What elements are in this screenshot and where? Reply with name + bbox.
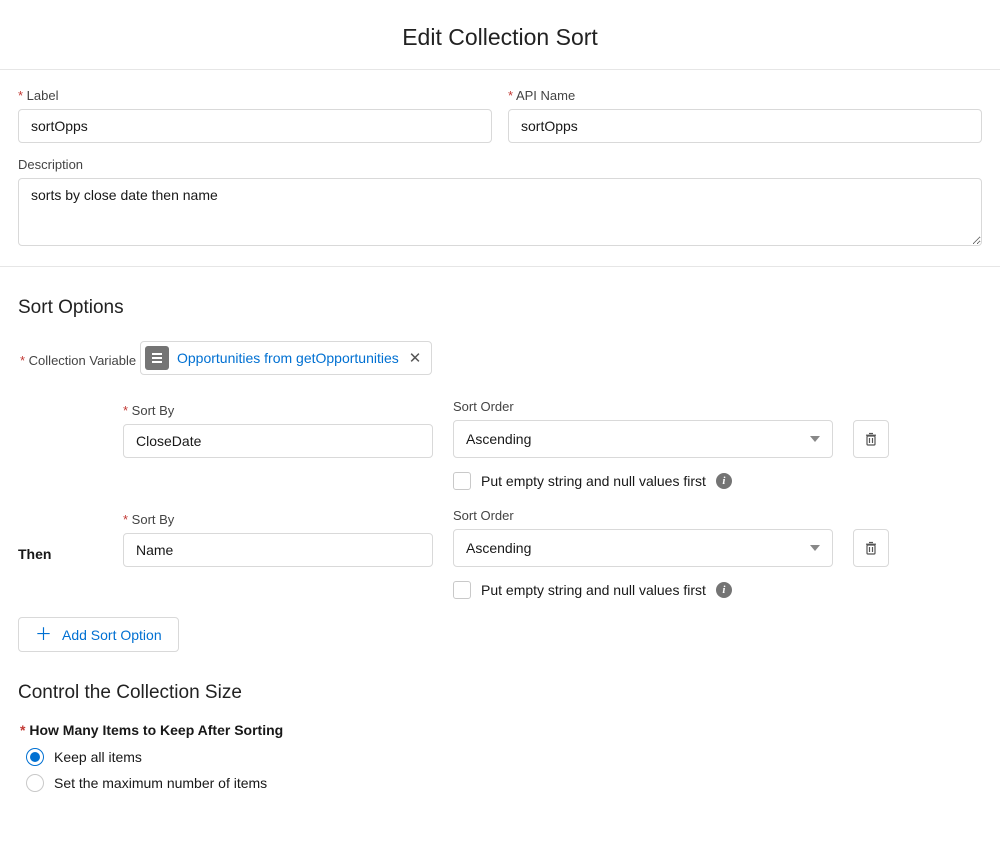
control-size-title: Control the Collection Size	[18, 682, 982, 704]
then-label: Then	[18, 508, 123, 562]
keep-items-label: How Many Items to Keep After Sorting	[20, 722, 982, 738]
keep-all-radio[interactable]	[26, 748, 44, 766]
collection-variable-pill[interactable]: Opportunities from getOpportunities ✕	[140, 341, 432, 375]
collection-variable-value: Opportunities from getOpportunities	[177, 350, 399, 366]
chevron-down-icon	[810, 436, 820, 442]
delete-sort-button-1[interactable]	[853, 529, 889, 567]
info-icon[interactable]: i	[716, 473, 732, 489]
null-first-checkbox-1[interactable]	[453, 581, 471, 599]
sort-by-input-0[interactable]	[123, 424, 433, 458]
description-input[interactable]	[18, 178, 982, 246]
label-field-label: Label	[18, 88, 492, 103]
collection-variable-label: Collection Variable	[20, 353, 136, 368]
null-first-checkbox-0[interactable]	[453, 472, 471, 490]
chevron-down-icon	[810, 545, 820, 551]
add-sort-option-label: Add Sort Option	[62, 627, 162, 643]
trash-icon	[864, 541, 878, 555]
record-collection-icon	[145, 346, 169, 370]
set-max-radio[interactable]	[26, 774, 44, 792]
clear-collection-icon[interactable]: ✕	[407, 349, 424, 367]
info-icon[interactable]: i	[716, 582, 732, 598]
add-sort-option-button[interactable]: ＋ Add Sort Option	[18, 617, 179, 652]
sort-order-select-1[interactable]: Ascending	[453, 529, 833, 567]
delete-sort-button-0[interactable]	[853, 420, 889, 458]
sort-order-value-1: Ascending	[466, 540, 531, 556]
sort-order-select-0[interactable]: Ascending	[453, 420, 833, 458]
sort-by-label-1: Sort By	[123, 512, 433, 527]
plus-icon: ＋	[35, 626, 52, 643]
sort-order-label-0: Sort Order	[453, 399, 833, 414]
set-max-label: Set the maximum number of items	[54, 775, 267, 791]
page-title: Edit Collection Sort	[0, 24, 1000, 51]
sort-options-title: Sort Options	[18, 297, 982, 319]
label-input[interactable]	[18, 109, 492, 143]
api-name-label: API Name	[508, 88, 982, 103]
api-name-input[interactable]	[508, 109, 982, 143]
sort-order-value-0: Ascending	[466, 431, 531, 447]
trash-icon	[864, 432, 878, 446]
sort-by-input-1[interactable]	[123, 533, 433, 567]
sort-order-label-1: Sort Order	[453, 508, 833, 523]
null-first-label-1: Put empty string and null values first	[481, 582, 706, 598]
null-first-label-0: Put empty string and null values first	[481, 473, 706, 489]
sort-by-label-0: Sort By	[123, 403, 433, 418]
description-label: Description	[18, 157, 982, 172]
keep-all-label: Keep all items	[54, 749, 142, 765]
